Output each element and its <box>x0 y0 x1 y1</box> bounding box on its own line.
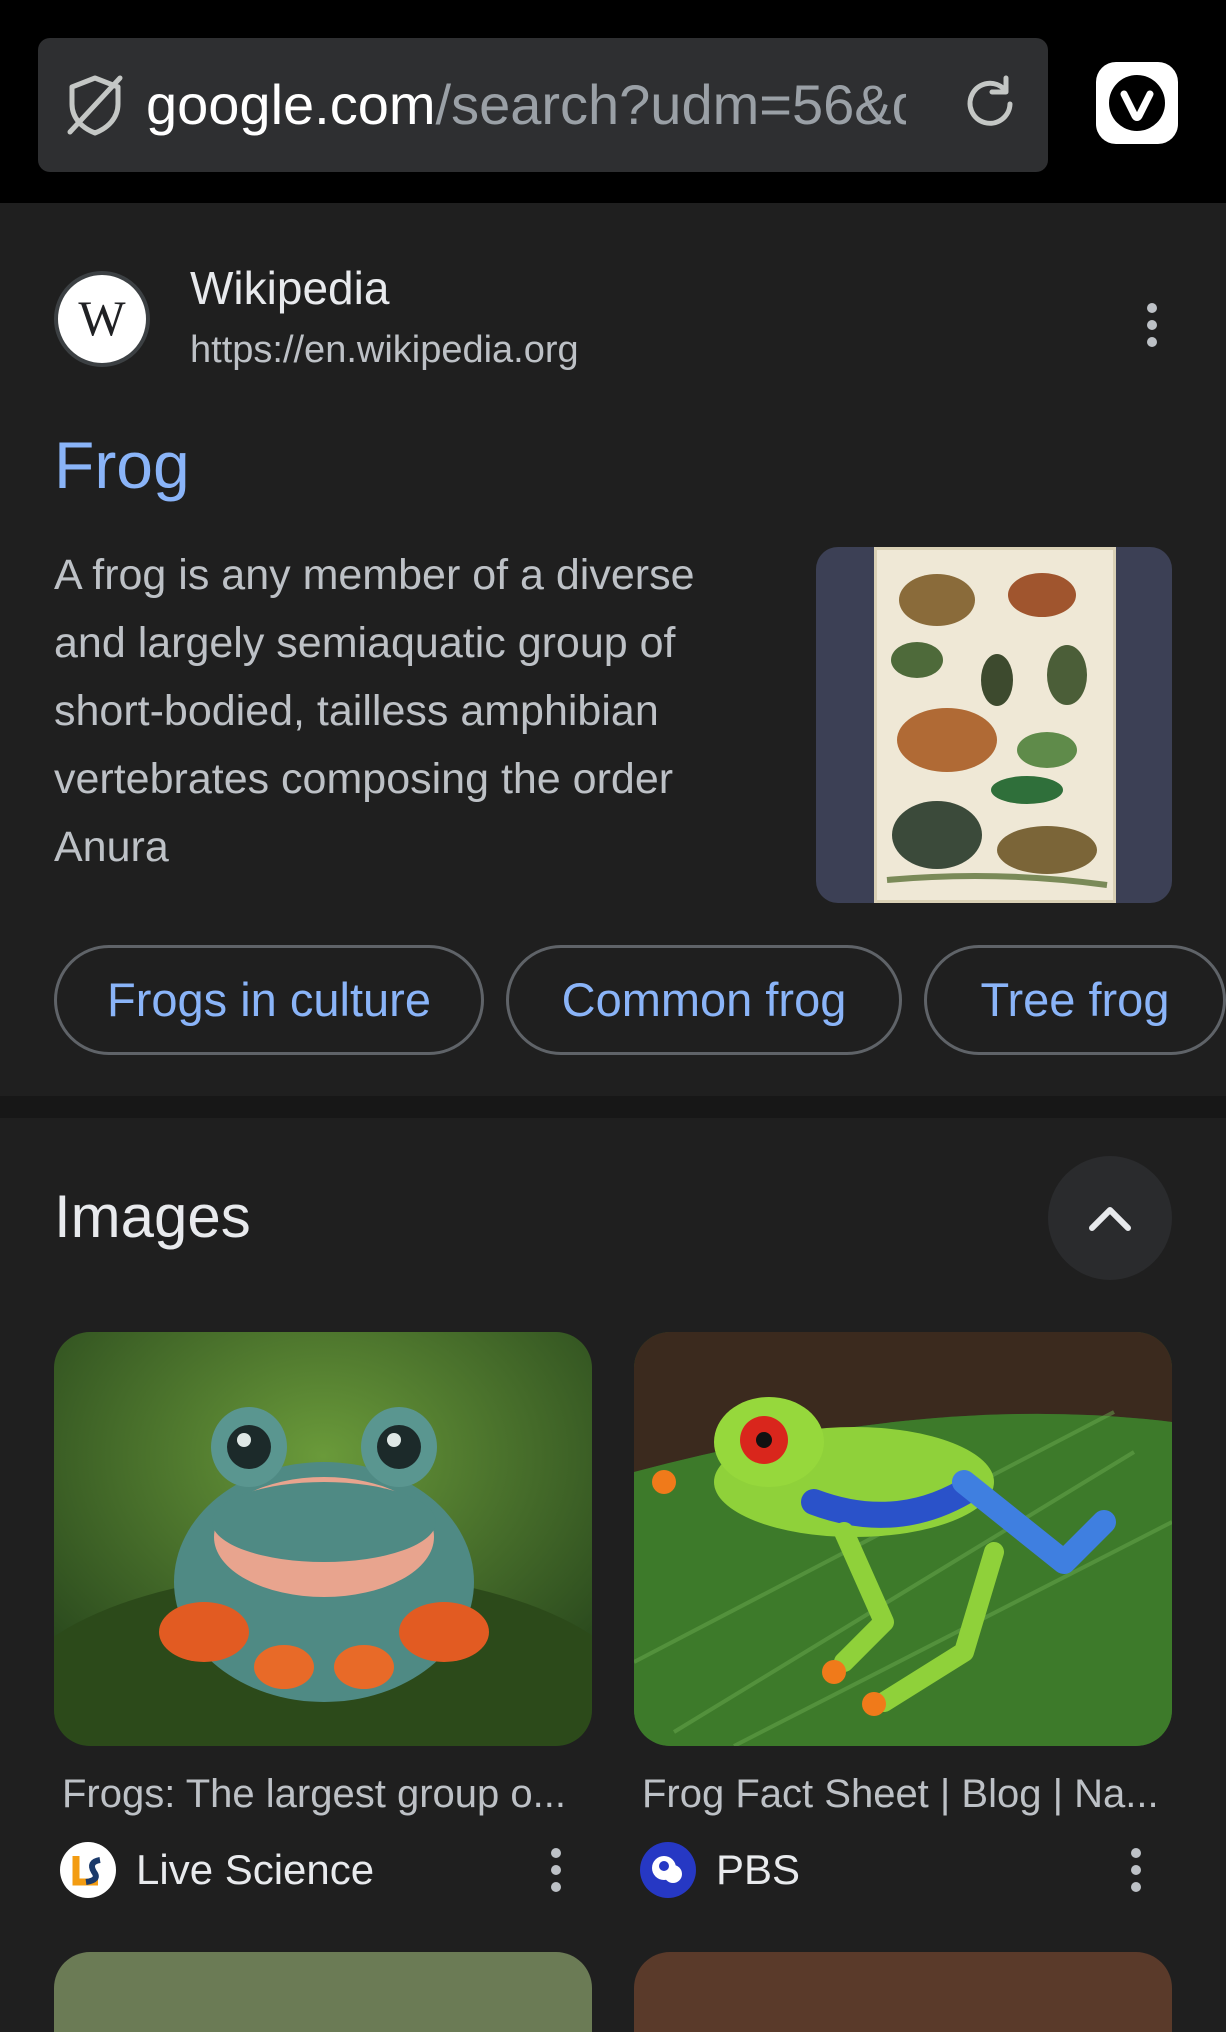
result-title[interactable]: Frog <box>54 427 190 503</box>
vivaldi-icon[interactable] <box>1096 62 1178 144</box>
browser-toolbar: google.com/search?udm=56&q= <box>0 0 1226 203</box>
url-path: /search?udm=56&q= <box>435 73 906 136</box>
image-result-1[interactable]: Frogs: The largest group o... Live Scien… <box>54 1332 592 1898</box>
url-host: google.com <box>146 73 436 136</box>
site-name[interactable]: Wikipedia <box>190 261 389 315</box>
chevron-up-icon <box>1089 1207 1131 1231</box>
image-2-more-icon[interactable] <box>1126 1848 1146 1899</box>
image-thumbnail-1[interactable] <box>54 1332 592 1746</box>
images-heading: Images <box>54 1183 251 1250</box>
section-divider <box>0 1096 1226 1118</box>
image-caption-1[interactable]: Frogs: The largest group o... <box>62 1772 582 1817</box>
image-result-3-peek[interactable] <box>54 1952 592 2032</box>
reload-icon[interactable] <box>954 68 1026 140</box>
address-bar[interactable]: google.com/search?udm=56&q= <box>38 38 1048 172</box>
site-url[interactable]: https://en.wikipedia.org <box>190 329 579 372</box>
url-text[interactable]: google.com/search?udm=56&q= <box>146 38 906 172</box>
result-snippet: A frog is any member of a diverse and la… <box>54 551 695 871</box>
collapse-button[interactable] <box>1048 1156 1172 1280</box>
image-caption-2[interactable]: Frog Fact Sheet | Blog | Na... <box>642 1772 1162 1817</box>
chip-frogs-in-culture[interactable]: Frogs in culture <box>54 945 484 1055</box>
image-1-more-icon[interactable] <box>546 1848 566 1899</box>
chip-common-frog[interactable]: Common frog <box>506 945 902 1055</box>
shield-off-icon[interactable] <box>60 70 130 140</box>
wikipedia-favicon: W <box>54 271 150 367</box>
wikipedia-result: W Wikipedia https://en.wikipedia.org Fro… <box>0 203 1226 1096</box>
image-result-4-peek[interactable] <box>634 1952 1172 2032</box>
pbs-icon <box>640 1842 696 1898</box>
result-thumbnail[interactable] <box>816 547 1172 903</box>
image-source-1: Live Science <box>136 1846 375 1893</box>
frog-illustration-plate <box>874 547 1116 903</box>
image-source-2: PBS <box>716 1846 801 1893</box>
live-science-icon <box>60 1842 116 1898</box>
chip-tree-frog[interactable]: Tree frog <box>924 945 1226 1055</box>
image-result-2[interactable]: Frog Fact Sheet | Blog | Na... PBS <box>634 1332 1172 1898</box>
images-section: Images Frogs: The largest group o... Liv… <box>0 1118 1226 2032</box>
more-options-icon[interactable] <box>1142 303 1162 354</box>
image-thumbnail-2[interactable] <box>634 1332 1172 1746</box>
